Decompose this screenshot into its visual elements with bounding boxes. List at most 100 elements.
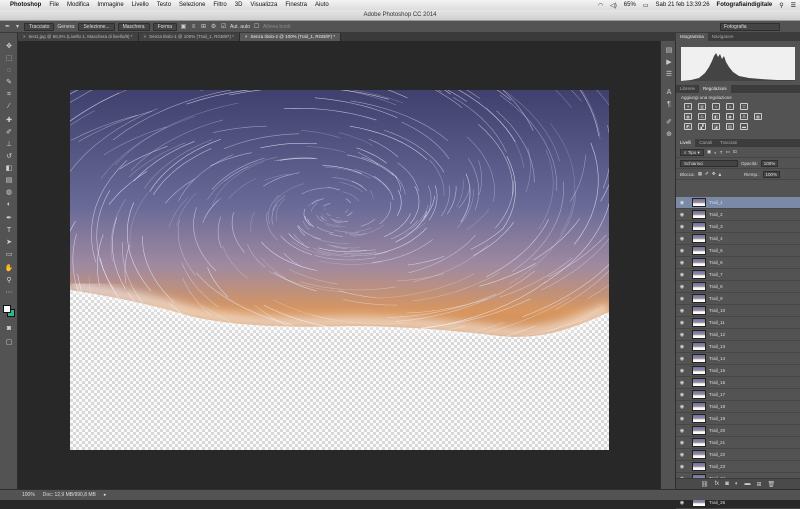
invert-icon[interactable]: ◩ — [684, 123, 692, 130]
layer-row[interactable]: ◉ Trail_7 — [676, 269, 800, 281]
menu-file[interactable]: File — [49, 2, 59, 8]
lock-image-icon[interactable]: ✐ — [705, 171, 709, 177]
close-icon[interactable]: × — [245, 34, 248, 39]
opacity-input[interactable]: 100% — [760, 159, 779, 167]
blend-mode-select[interactable]: Schiarisci — [680, 159, 738, 167]
menu-livello[interactable]: Livello — [132, 2, 149, 8]
filter-pixel-icon[interactable]: ▣ — [707, 149, 711, 155]
add-mask-icon[interactable]: ◙ — [725, 481, 729, 487]
layer-row[interactable]: ◉ Trail_13 — [676, 341, 800, 353]
filter-smart-icon[interactable]: ⊡ — [733, 149, 737, 155]
paragraph-panel-icon[interactable]: ¶ — [664, 101, 674, 109]
visibility-eye-icon[interactable]: ◉ — [676, 272, 688, 278]
vibrance-icon[interactable]: ▽ — [740, 103, 748, 110]
lock-position-icon[interactable]: ✥ — [712, 171, 716, 177]
visibility-eye-icon[interactable]: ◉ — [676, 500, 688, 506]
new-layer-icon[interactable]: ⊞ — [756, 481, 761, 488]
history-panel-icon[interactable]: ▤ — [664, 47, 674, 55]
visibility-eye-icon[interactable]: ◉ — [676, 212, 688, 218]
visibility-eye-icon[interactable]: ◉ — [676, 308, 688, 314]
screen-mode-icon[interactable]: ▢ — [4, 339, 14, 347]
wifi-icon[interactable]: ◠ — [598, 2, 603, 9]
tab-test1[interactable]: × test1.jpg @ 66,5% (Livello 1, Maschera … — [18, 33, 139, 41]
layer-row[interactable]: ◉ Trail_17 — [676, 389, 800, 401]
path-arrangement-icon[interactable]: ⊞ — [200, 23, 207, 30]
actions-panel-icon[interactable]: ▶ — [664, 59, 674, 67]
layer-row[interactable]: ◉ Trail_22 — [676, 449, 800, 461]
auto-add-checkbox[interactable]: ☑ — [220, 23, 227, 30]
photo-filter-icon[interactable]: ◉ — [726, 113, 734, 120]
posterize-icon[interactable]: ▞ — [698, 123, 706, 130]
tab-senza-titolo-2[interactable]: × Senza titolo-2 @ 100% (Trail_1, RGB/8*)… — [239, 33, 342, 41]
more-tools-icon[interactable]: ⋯ — [4, 289, 14, 297]
history-brush-tool-icon[interactable]: ↺ — [4, 153, 14, 161]
layer-kind-select[interactable]: ⌕ Tipo ▾ — [680, 148, 704, 156]
battery-icon[interactable]: ▭ — [643, 2, 649, 9]
lasso-tool-icon[interactable]: ◌ — [4, 67, 14, 75]
zoom-tool-icon[interactable]: ⚲ — [4, 277, 14, 285]
healing-brush-tool-icon[interactable]: ✚ — [4, 117, 14, 125]
visibility-eye-icon[interactable]: ◉ — [676, 380, 688, 386]
layer-row[interactable]: ◉ Trail_15 — [676, 365, 800, 377]
threshold-icon[interactable]: ◪ — [712, 123, 720, 130]
tab-senza-titolo-1[interactable]: × Senza titolo-1 @ 100% (Trail_1, RGB/8*)… — [138, 33, 240, 41]
new-group-icon[interactable]: ▬ — [744, 481, 750, 487]
layer-row[interactable]: ◉ Trail_5 — [676, 245, 800, 257]
visibility-eye-icon[interactable]: ◉ — [676, 416, 688, 422]
new-adjustment-icon[interactable]: ◐ — [735, 481, 739, 487]
curves-icon[interactable]: ∿ — [712, 103, 720, 110]
layer-row[interactable]: ◉ Trail_18 — [676, 401, 800, 413]
path-mode-select[interactable]: Tracciato — [24, 22, 55, 31]
visibility-eye-icon[interactable]: ◉ — [676, 260, 688, 266]
visibility-eye-icon[interactable]: ◉ — [676, 368, 688, 374]
link-layers-icon[interactable]: ⛓ — [701, 481, 709, 488]
workspace-select[interactable]: Fotografia — [720, 23, 780, 31]
path-alignment-icon[interactable]: ≡ — [190, 24, 197, 30]
filter-shape-icon[interactable]: ▭ — [726, 149, 730, 155]
volume-icon[interactable]: ◁) — [610, 2, 617, 9]
document-canvas[interactable] — [70, 90, 609, 450]
eraser-tool-icon[interactable]: ◧ — [4, 165, 14, 173]
layer-row[interactable]: ◉ Trail_10 — [676, 305, 800, 317]
lock-all-icon[interactable]: 🔒︎ — [719, 172, 721, 177]
tab-histogram[interactable]: Istogramma — [676, 33, 708, 41]
tab-paths[interactable]: Tracciati — [716, 139, 741, 147]
dodge-tool-icon[interactable]: ◐ — [4, 201, 14, 209]
menu-modifica[interactable]: Modifica — [67, 2, 89, 8]
properties-panel-icon[interactable]: ☰ — [664, 71, 674, 79]
notification-icon[interactable]: ☰ — [791, 2, 796, 9]
tab-channels[interactable]: Canali — [695, 139, 716, 147]
visibility-eye-icon[interactable]: ◉ — [676, 452, 688, 458]
layer-row[interactable]: ◉ Trail_9 — [676, 293, 800, 305]
gradient-tool-icon[interactable]: ▤ — [4, 177, 14, 185]
spotlight-icon[interactable]: ⚲ — [779, 2, 783, 9]
visibility-eye-icon[interactable]: ◉ — [676, 440, 688, 446]
brush-tool-icon[interactable]: ✐ — [4, 129, 14, 137]
clone-source-panel-icon[interactable]: ⊕ — [664, 131, 674, 139]
tool-preset-chevron-icon[interactable]: ▾ — [14, 23, 21, 30]
tab-adjustments[interactable]: Regolazioni — [699, 85, 731, 93]
close-icon[interactable]: × — [144, 34, 147, 39]
move-tool-icon[interactable]: ✥ — [4, 43, 14, 51]
visibility-eye-icon[interactable]: ◉ — [676, 392, 688, 398]
visibility-eye-icon[interactable]: ◉ — [676, 296, 688, 302]
gear-icon[interactable]: ⚙ — [210, 23, 217, 30]
clone-stamp-tool-icon[interactable]: ⊥ — [4, 141, 14, 149]
filter-type-icon[interactable]: T — [720, 150, 723, 155]
layer-row[interactable]: ◉ Trail_11 — [676, 317, 800, 329]
brightness-contrast-icon[interactable]: ☀ — [684, 103, 692, 110]
pen-tool-icon[interactable]: ✒ — [4, 215, 14, 223]
path-operations-icon[interactable]: ▣ — [180, 23, 187, 30]
layer-row[interactable]: ◉ Trail_8 — [676, 281, 800, 293]
character-panel-icon[interactable]: A — [664, 89, 674, 97]
visibility-eye-icon[interactable]: ◉ — [676, 284, 688, 290]
fill-input[interactable]: 100% — [762, 170, 781, 178]
status-menu-icon[interactable]: ▸ — [104, 492, 107, 498]
brush-panel-icon[interactable]: ✐ — [664, 119, 674, 127]
menu-app-name[interactable]: Photoshop — [10, 2, 41, 8]
layer-row[interactable]: ◉ Trail_6 — [676, 257, 800, 269]
close-icon[interactable]: × — [23, 34, 26, 39]
layer-row[interactable]: ◉ Trail_1 — [676, 197, 800, 209]
selective-color-icon[interactable]: ▨ — [726, 123, 734, 130]
type-tool-icon[interactable]: T — [4, 227, 14, 235]
